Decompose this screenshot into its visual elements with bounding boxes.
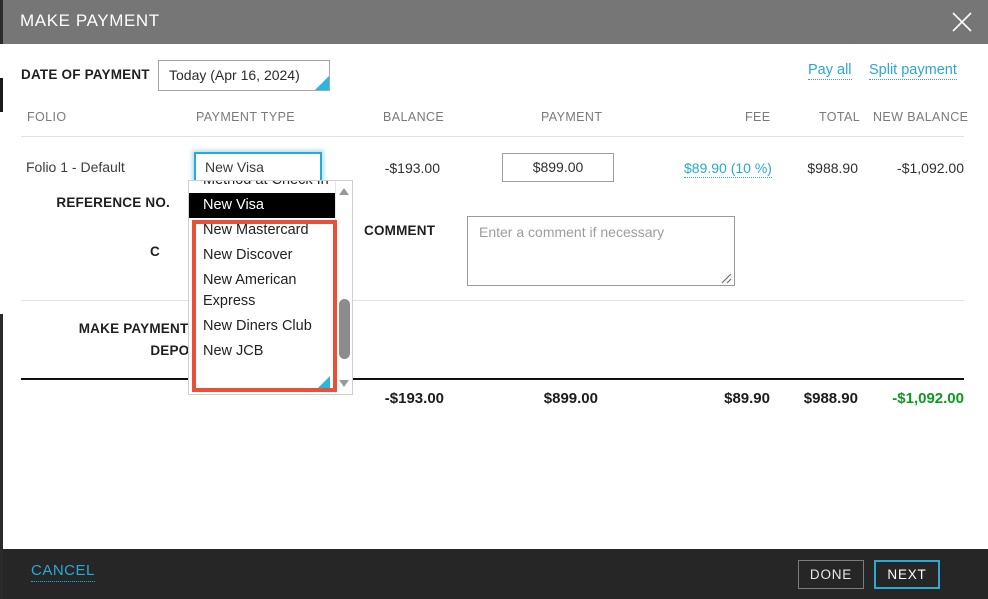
page-scrollbar-thumb[interactable] [0,78,3,112]
row-balance: -$193.00 [340,160,440,176]
split-payment-link[interactable]: Split payment [869,62,957,80]
payment-type-value: New Visa [205,159,264,175]
make-payment-as-deposit-label: MAKE PAYMENT AS DEPOSIT [20,318,211,362]
folio-name: Folio 1 - Default [26,159,125,175]
triangle-down-icon[interactable] [336,375,353,392]
column-header-balance: BALANCE [383,110,444,124]
dropdown-option-clipped[interactable]: Method at Check In [189,180,337,193]
dropdown-panel: Method at Check In New Visa New Masterca… [188,180,353,395]
payment-amount-input[interactable]: $899.00 [502,153,614,182]
pay-all-link[interactable]: Pay all [808,62,852,80]
total-total: $988.90 [778,390,858,407]
totals-divider [21,378,964,380]
dropdown-options-list: Method at Check In New Visa New Masterca… [189,181,337,364]
table-header: FOLIO PAYMENT TYPE BALANCE PAYMENT FEE T… [0,105,985,133]
dropdown-corner-icon [317,376,330,389]
total-payment: $899.00 [490,390,598,407]
dropdown-option-new-jcb[interactable]: New JCB [189,339,337,364]
dropdown-option-new-visa[interactable]: New Visa [189,193,337,218]
dialog-title: MAKE PAYMENT [20,11,160,31]
date-of-payment-select[interactable]: Today (Apr 16, 2024) [158,60,330,91]
payment-type-dropdown[interactable]: Method at Check In New Visa New Masterca… [188,180,353,395]
dropdown-option-new-diners-club[interactable]: New Diners Club [189,314,337,339]
row-total: $988.90 [780,160,858,176]
resize-grip-icon[interactable] [720,271,732,283]
card-on-file-label: C [150,244,160,259]
total-new-balance: -$1,092.00 [866,390,964,407]
dialog-footer: CANCEL DONE NEXT [0,549,988,599]
column-header-total: TOTAL [819,110,860,124]
column-header-payment: PAYMENT [541,110,602,124]
cancel-link[interactable]: CANCEL [31,562,95,582]
dropdown-option-new-mastercard[interactable]: New Mastercard [189,218,337,243]
payment-amount-value: $899.00 [503,159,613,175]
reference-no-label: REFERENCE NO. [40,192,170,213]
comment-placeholder: Enter a comment if necessary [479,224,664,240]
row-new-balance: -$1,092.00 [866,160,964,176]
comment-label: COMMENT [364,223,435,238]
total-fee: $89.90 [680,390,770,407]
total-balance: -$193.00 [340,390,444,407]
dropdown-scrollbar-thumb[interactable] [339,299,350,359]
column-header-new-balance: NEW BALANCE [873,110,968,124]
dropdown-option-new-discover[interactable]: New Discover [189,243,337,268]
close-icon[interactable] [948,8,976,36]
done-button[interactable]: DONE [798,560,864,589]
comment-textarea[interactable]: Enter a comment if necessary [467,216,735,286]
row-divider [21,300,964,301]
fee-link[interactable]: $89.90 (10 %) [684,160,772,178]
dropdown-option-new-american-express[interactable]: New American Express [189,268,337,314]
table-header-divider [21,136,964,137]
column-header-folio: FOLIO [27,110,67,124]
column-header-fee: FEE [745,110,771,124]
next-button[interactable]: NEXT [874,560,940,589]
dialog-titlebar: MAKE PAYMENT [0,0,988,44]
triangle-up-icon[interactable] [336,183,353,200]
date-of-payment-value: Today (Apr 16, 2024) [169,67,300,83]
make-payment-dialog: MAKE PAYMENT DATE OF PAYMENT Today (Apr … [0,0,988,599]
date-of-payment-label: DATE OF PAYMENT [21,67,150,82]
payment-type-input[interactable]: New Visa [194,152,322,183]
dropdown-scrollbar[interactable] [335,181,352,394]
chevron-corner-icon [315,76,329,90]
column-header-payment-type: PAYMENT TYPE [196,110,295,124]
